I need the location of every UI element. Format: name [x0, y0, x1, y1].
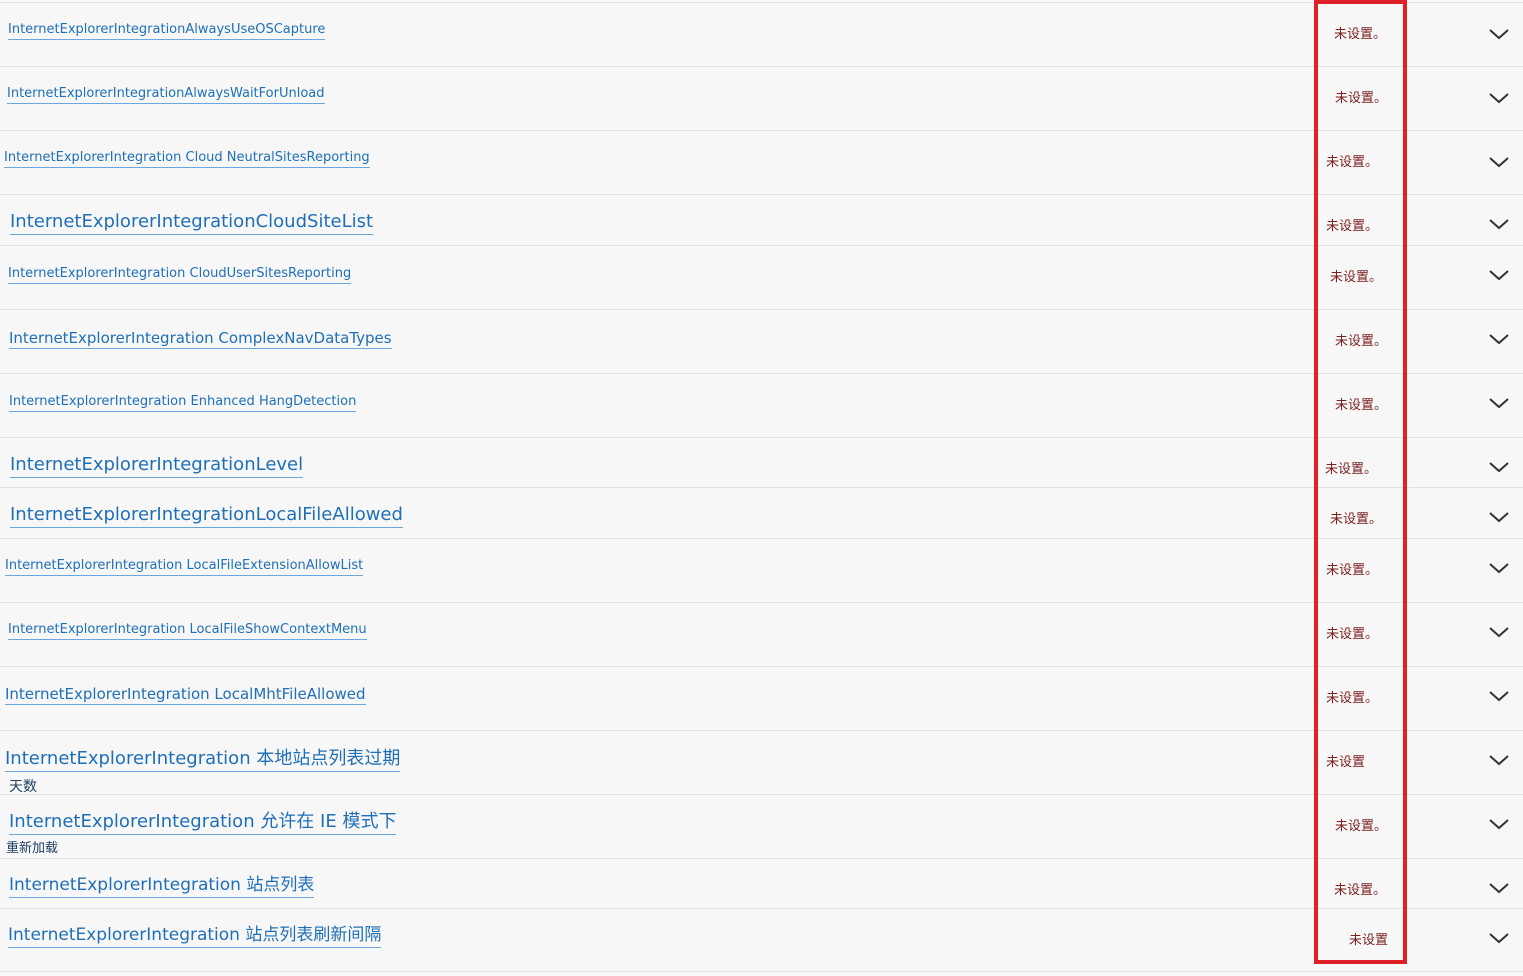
policy-name-link[interactable]: InternetExplorerIntegration LocalMhtFile… — [5, 685, 366, 706]
policy-value: 未设置。 — [1330, 512, 1383, 527]
policy-name-link[interactable]: InternetExplorerIntegration 允许在 IE 模式下 — [9, 811, 397, 835]
policy-name-link[interactable]: InternetExplorerIntegration LocalFileExt… — [5, 558, 364, 576]
policy-name-link[interactable]: InternetExplorerIntegration 本地站点列表过期 — [5, 748, 401, 772]
policy-list: InternetExplorerIntegrationAlwaysUseOSCa… — [0, 0, 1523, 976]
policy-name-link[interactable]: InternetExplorerIntegration CloudUserSit… — [8, 266, 352, 284]
policy-name-link[interactable]: InternetExplorerIntegration Enhanced Han… — [9, 394, 357, 412]
policy-name-link[interactable]: InternetExplorerIntegrationAlwaysUseOSCa… — [8, 22, 326, 40]
policy-value: 未设置。 — [1330, 270, 1383, 285]
policy-value: 未设置。 — [1335, 398, 1388, 413]
policy-value: 未设置。 — [1334, 883, 1387, 898]
chevron-down-icon[interactable] — [1486, 215, 1512, 233]
policy-value: 未设置。 — [1325, 462, 1378, 477]
policy-row[interactable]: InternetExplorerIntegration 本地站点列表过期 天数 … — [0, 730, 1523, 795]
policy-row[interactable]: InternetExplorerIntegration LocalFileExt… — [0, 538, 1523, 602]
chevron-down-icon[interactable] — [1486, 879, 1512, 897]
chevron-down-icon[interactable] — [1486, 266, 1512, 284]
policy-name-continuation: 天数 — [9, 779, 37, 795]
chevron-down-icon[interactable] — [1486, 508, 1512, 526]
chevron-down-icon[interactable] — [1486, 458, 1512, 476]
chevron-down-icon[interactable] — [1486, 815, 1512, 833]
policy-value: 未设置。 — [1326, 627, 1379, 642]
chevron-down-icon[interactable] — [1486, 330, 1512, 348]
chevron-down-icon[interactable] — [1486, 153, 1512, 171]
policy-name-link[interactable]: InternetExplorerIntegration ComplexNavDa… — [9, 329, 392, 350]
policy-row[interactable]: InternetExplorerIntegrationLevel 未设置。 — [0, 437, 1523, 487]
policy-name-link[interactable]: InternetExplorerIntegration LocalFileSho… — [8, 622, 367, 640]
policy-value: 未设置。 — [1326, 155, 1379, 170]
policy-name-continuation: 重新加载 — [6, 841, 59, 856]
chevron-down-icon[interactable] — [1486, 687, 1512, 705]
policy-row[interactable]: InternetExplorerIntegrationCloudSiteList… — [0, 194, 1523, 245]
chevron-down-icon[interactable] — [1486, 929, 1512, 947]
policy-value: 未设置。 — [1326, 563, 1379, 578]
policy-name-link[interactable]: InternetExplorerIntegration 站点列表 — [9, 875, 315, 898]
policy-row[interactable]: InternetExplorerIntegration CloudUserSit… — [0, 245, 1523, 309]
chevron-down-icon[interactable] — [1486, 25, 1512, 43]
policy-row[interactable]: InternetExplorerIntegration 站点列表 未设置。 — [0, 858, 1523, 908]
policy-name-link[interactable]: InternetExplorerIntegrationLevel — [10, 454, 304, 478]
policy-value: 未设置。 — [1335, 819, 1388, 834]
chevron-down-icon[interactable] — [1486, 559, 1512, 577]
policy-value: 未设置。 — [1326, 219, 1379, 234]
policy-row[interactable]: InternetExplorerIntegrationAlwaysUseOSCa… — [0, 2, 1523, 66]
chevron-down-icon[interactable] — [1486, 623, 1512, 641]
policy-row[interactable]: InternetExplorerIntegrationLocalFileAllo… — [0, 487, 1523, 538]
chevron-down-icon[interactable] — [1486, 394, 1512, 412]
policy-row[interactable]: InternetExplorerIntegration LocalFileSho… — [0, 602, 1523, 666]
policy-value: 未设置。 — [1326, 691, 1379, 706]
policy-row[interactable]: InternetExplorerIntegration ComplexNavDa… — [0, 309, 1523, 373]
policy-value: 未设置 — [1349, 933, 1389, 948]
policy-name-link[interactable]: InternetExplorerIntegration 站点列表刷新间隔 — [8, 925, 382, 948]
policy-value: 未设置 — [1326, 755, 1366, 770]
policy-row[interactable]: InternetExplorerIntegration LocalMhtFile… — [0, 666, 1523, 730]
chevron-down-icon[interactable] — [1486, 89, 1512, 107]
policy-name-link[interactable]: InternetExplorerIntegration Cloud Neutra… — [4, 150, 370, 168]
policy-row[interactable]: InternetExplorerIntegration 站点列表刷新间隔 未设置 — [0, 908, 1523, 972]
policy-row[interactable]: InternetExplorerIntegrationAlwaysWaitFor… — [0, 66, 1523, 130]
policy-value: 未设置。 — [1335, 334, 1388, 349]
policy-row[interactable]: InternetExplorerIntegration Cloud Neutra… — [0, 130, 1523, 194]
policy-name-link[interactable]: InternetExplorerIntegrationCloudSiteList — [10, 211, 374, 235]
policy-name-link[interactable]: InternetExplorerIntegrationLocalFileAllo… — [10, 504, 403, 528]
policy-value: 未设置。 — [1335, 91, 1388, 106]
policy-row[interactable]: InternetExplorerIntegration 允许在 IE 模式下 重… — [0, 794, 1523, 858]
policy-value: 未设置。 — [1334, 27, 1387, 42]
chevron-down-icon[interactable] — [1486, 751, 1512, 769]
policy-row[interactable]: InternetExplorerIntegration Enhanced Han… — [0, 373, 1523, 437]
policy-name-link[interactable]: InternetExplorerIntegrationAlwaysWaitFor… — [7, 86, 325, 104]
